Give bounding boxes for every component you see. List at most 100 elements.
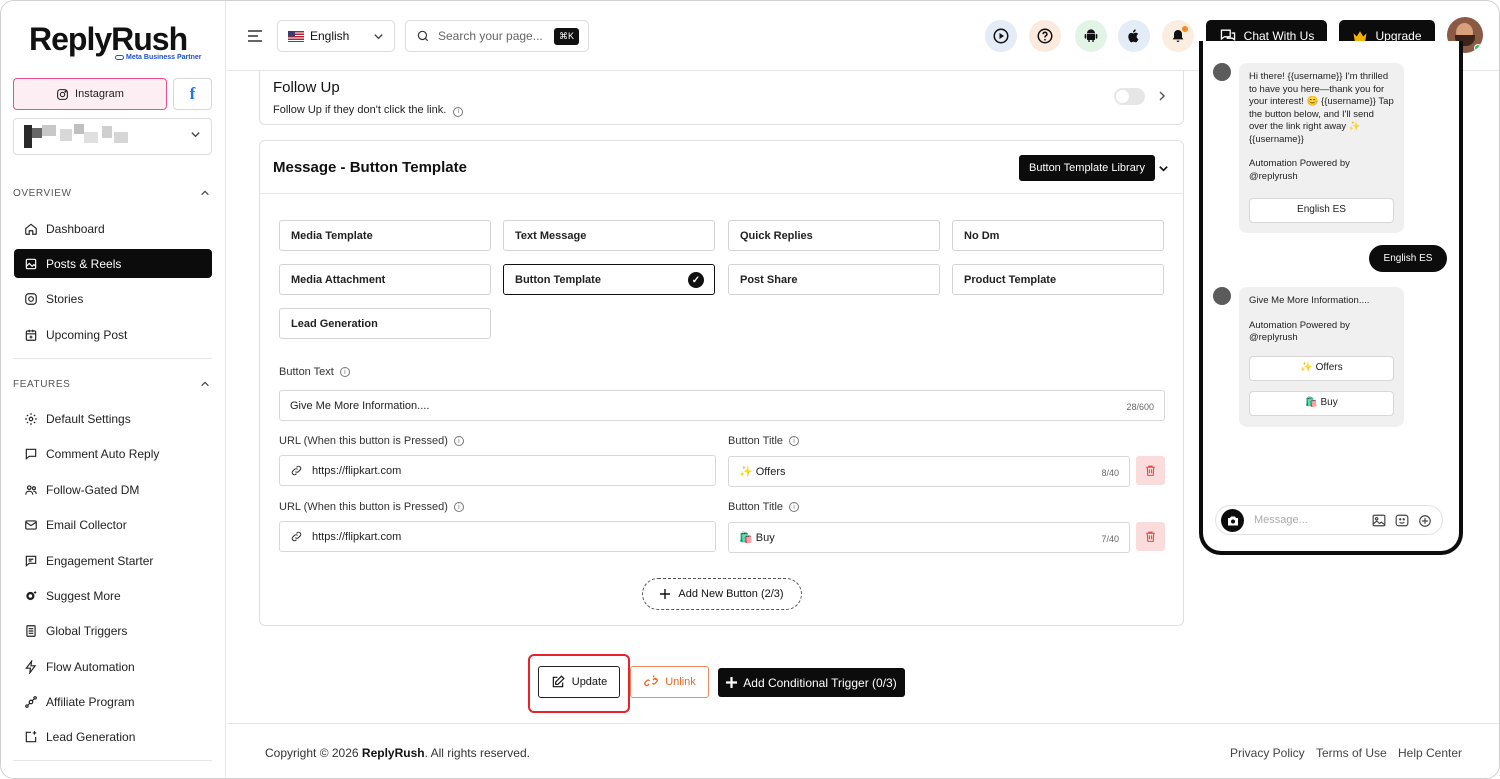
chevron-down-icon[interactable]: [1158, 163, 1169, 174]
logo[interactable]: ReplyRush Meta Business Partner: [29, 21, 201, 61]
template-option-media-attachment[interactable]: Media Attachment: [279, 264, 491, 295]
sidebar-item-label: Global Triggers: [46, 623, 128, 638]
info-icon[interactable]: i: [789, 436, 800, 446]
delete-button[interactable]: [1136, 522, 1165, 551]
sidebar-item-suggest-more[interactable]: Suggest More: [14, 581, 212, 610]
image-icon[interactable]: [1372, 514, 1386, 527]
sidebar-item-label: Suggest More: [46, 588, 121, 603]
info-icon[interactable]: i: [453, 502, 464, 512]
gallery-icon: [25, 258, 37, 269]
sidebar-item-follow-gated-dm[interactable]: Follow-Gated DM: [14, 475, 212, 504]
template-option-quick-replies[interactable]: Quick Replies: [728, 220, 940, 251]
sidebar-item-label: Default Settings: [46, 411, 131, 426]
camera-icon[interactable]: [1221, 509, 1244, 532]
sticker-icon[interactable]: [1395, 514, 1409, 527]
unlink-button[interactable]: Unlink: [630, 666, 709, 698]
info-icon[interactable]: i: [339, 367, 350, 377]
preview-message-text: Hi there! {{username}} I'm thrilled to h…: [1249, 71, 1394, 145]
add-conditional-trigger-button[interactable]: Add Conditional Trigger (0/3): [718, 668, 905, 697]
instagram-platform-button[interactable]: Instagram: [13, 78, 167, 110]
follow-up-toggle[interactable]: [1114, 88, 1145, 105]
update-label: Update: [571, 676, 608, 688]
account-selector[interactable]: [13, 118, 212, 155]
chevron-right-icon[interactable]: [1157, 90, 1167, 102]
sidebar-item-posts-reels[interactable]: Posts & Reels: [14, 249, 212, 278]
add-circle-icon[interactable]: [1418, 514, 1432, 528]
link-icon: [291, 465, 302, 476]
message-template-header[interactable]: Message - Button Template Button Templat…: [260, 141, 1183, 194]
sidebar-item-email-collector[interactable]: Email Collector: [14, 510, 212, 539]
template-option-no-dm[interactable]: No Dm: [952, 220, 1164, 251]
search-box[interactable]: Search your page... ⌘K: [405, 20, 589, 52]
trash-icon: [1146, 531, 1155, 542]
notifications-button[interactable]: [1162, 20, 1194, 52]
terms-of-use-link[interactable]: Terms of Use: [1316, 746, 1387, 760]
follow-up-card: Follow Up Follow Up if they don't click …: [259, 71, 1184, 125]
facebook-platform-button[interactable]: f: [173, 78, 212, 110]
delete-button[interactable]: [1136, 456, 1165, 485]
button-title-input[interactable]: ✨ Offers 8/40: [728, 456, 1130, 487]
preview-powered-by: Automation Powered by @replyrush: [1249, 319, 1350, 344]
info-icon[interactable]: i: [453, 436, 464, 446]
android-app-button[interactable]: [1075, 20, 1107, 52]
sidebar: ReplyRush Meta Business Partner Instagra…: [1, 1, 226, 778]
sidebar-item-dashboard[interactable]: Dashboard: [14, 214, 212, 243]
update-button[interactable]: Update: [538, 666, 620, 698]
tutorial-button[interactable]: [985, 20, 1017, 52]
sidebar-item-affiliate-program[interactable]: Affiliate Program: [14, 687, 212, 716]
sidebar-divider: [13, 358, 212, 359]
button-text-input[interactable]: Give Me More Information.... 28/600: [279, 390, 1165, 421]
sidebar-item-engagement-starter[interactable]: Engagement Starter: [14, 546, 212, 575]
url-value: https://flipkart.com: [312, 464, 402, 477]
preview-message-bubble: Give Me More Information.... Automation …: [1239, 287, 1404, 427]
menu-icon[interactable]: [247, 29, 263, 43]
button-template-library-button[interactable]: Button Template Library: [1019, 155, 1155, 181]
users-icon: [25, 484, 37, 495]
link-icon: [291, 531, 302, 542]
help-button[interactable]: [1029, 20, 1061, 52]
overview-section-header[interactable]: OVERVIEW: [13, 188, 212, 199]
button-title-input[interactable]: 🛍️ Buy 7/40: [728, 522, 1130, 553]
gear-icon: [25, 412, 37, 425]
sidebar-item-label: Comment Auto Reply: [46, 446, 160, 461]
url-input[interactable]: https://flipkart.com: [279, 455, 716, 486]
url-input[interactable]: https://flipkart.com: [279, 521, 716, 552]
preview-button[interactable]: ✨ Offers: [1249, 356, 1394, 381]
template-option-product-template[interactable]: Product Template: [952, 264, 1164, 295]
template-option-button-template[interactable]: Button Template ✓: [503, 264, 715, 295]
search-shortcut: ⌘K: [553, 28, 579, 45]
info-icon[interactable]: i: [789, 502, 800, 512]
sidebar-item-comment-auto-reply[interactable]: Comment Auto Reply: [14, 439, 212, 468]
help-center-link[interactable]: Help Center: [1398, 746, 1462, 760]
sidebar-item-label: Flow Automation: [46, 659, 135, 674]
sidebar-item-default-settings[interactable]: Default Settings: [14, 404, 212, 433]
features-section-header[interactable]: FEATURES: [13, 379, 212, 390]
preview-button[interactable]: English ES: [1249, 198, 1394, 223]
template-option-text-message[interactable]: Text Message: [503, 220, 715, 251]
privacy-policy-link[interactable]: Privacy Policy: [1230, 746, 1305, 760]
features-label: FEATURES: [13, 379, 71, 390]
add-new-button[interactable]: Add New Button (2/3): [642, 578, 802, 610]
preview-message-input[interactable]: Message...: [1215, 505, 1443, 535]
list-icon: [26, 624, 36, 637]
mail-icon: [25, 519, 37, 530]
template-option-post-share[interactable]: Post Share: [728, 264, 940, 295]
url-value: https://flipkart.com: [312, 530, 402, 543]
template-option-lead-generation[interactable]: Lead Generation: [279, 308, 491, 339]
template-option-media-template[interactable]: Media Template: [279, 220, 491, 251]
edit-icon: [552, 675, 565, 688]
search-input[interactable]: Search your page...: [438, 29, 543, 43]
sidebar-item-stories[interactable]: Stories: [14, 284, 212, 313]
preview-button[interactable]: 🛍️ Buy: [1249, 391, 1394, 416]
ios-app-button[interactable]: [1118, 20, 1150, 52]
info-icon[interactable]: i: [453, 106, 464, 117]
sidebar-item-global-triggers[interactable]: Global Triggers: [14, 616, 212, 645]
sidebar-item-upcoming-post[interactable]: Upcoming Post: [14, 320, 212, 349]
sidebar-item-label: Dashboard: [46, 221, 105, 236]
sidebar-item-lead-generation[interactable]: Lead Generation: [14, 722, 212, 751]
sidebar-item-flow-automation[interactable]: Flow Automation: [14, 652, 212, 681]
instagram-label: Instagram: [75, 88, 124, 100]
sidebar-item-label: Stories: [46, 291, 84, 306]
language-selector[interactable]: English: [277, 20, 395, 52]
brand-partner: Meta Business Partner: [115, 54, 201, 61]
